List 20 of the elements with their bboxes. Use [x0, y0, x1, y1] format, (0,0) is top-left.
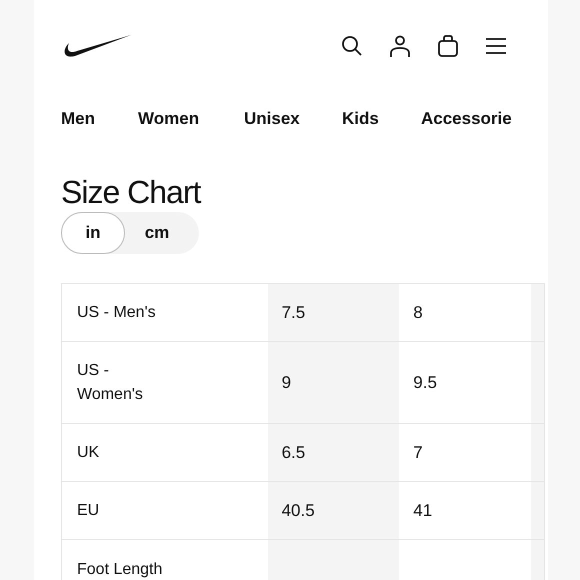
- nav-link[interactable]: Women: [138, 106, 244, 130]
- nav-link[interactable]: Men: [61, 106, 138, 130]
- table-cell: 7.5: [268, 284, 400, 341]
- nav-link[interactable]: Accessorie: [421, 106, 521, 130]
- person-icon[interactable]: [388, 34, 412, 58]
- nav-link[interactable]: Kids: [342, 106, 421, 130]
- page-title: Size Chart: [61, 174, 202, 210]
- unit-tab[interactable]: in: [61, 212, 125, 254]
- row-label: EU: [76, 500, 100, 520]
- row-label: US - Women's: [76, 360, 144, 404]
- row-label: Foot Length: [76, 560, 164, 580]
- table-cell: 40.5: [268, 482, 400, 539]
- row-label: UK: [76, 442, 100, 462]
- bag-icon[interactable]: [436, 34, 460, 58]
- table-cell: 9: [268, 342, 400, 423]
- unit-tab[interactable]: cm: [125, 212, 189, 254]
- table-cell: 6.5: [268, 424, 400, 481]
- nav-link[interactable]: Unisex: [244, 106, 342, 130]
- search-icon[interactable]: [340, 34, 364, 58]
- row-label: US - Men's: [76, 302, 157, 322]
